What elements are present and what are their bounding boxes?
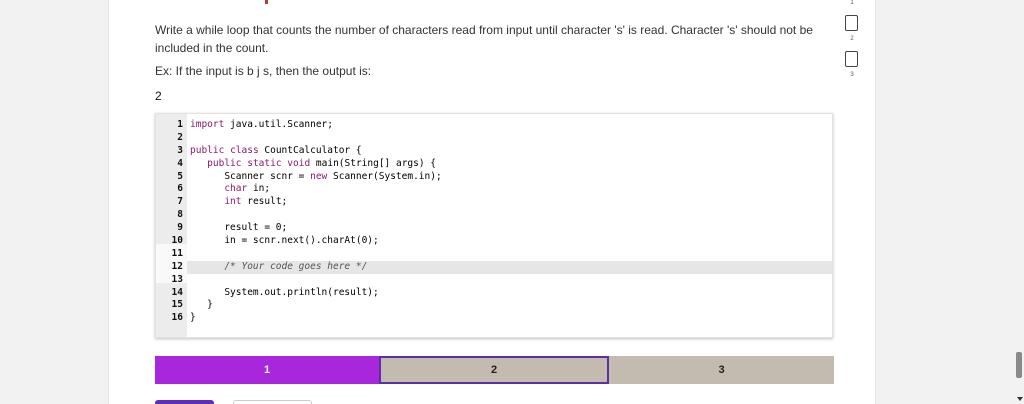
code-text: in = scnr.next().charAt(0); (190, 235, 379, 247)
line-number: 16 (171, 312, 183, 324)
progress-bar: 1 2 3 (155, 356, 834, 384)
line-number: 2 (177, 131, 183, 143)
scroll-down-arrow-icon[interactable] (1017, 397, 1023, 401)
progress-step-label: 2 (490, 364, 498, 376)
expected-output: 2 (155, 89, 162, 103)
code-line: 15 } (156, 299, 832, 312)
code-line: 9 result = 0; (156, 222, 832, 235)
progress-step-1[interactable]: 1 (155, 356, 379, 384)
line-number: 9 (177, 222, 183, 234)
progress-step-label: 1 (263, 364, 271, 376)
line-number: 11 (171, 247, 183, 259)
code-line: 5 Scanner scnr = new Scanner(System.in); (156, 171, 832, 184)
question-example: Ex: If the input is b j s, then the outp… (155, 64, 372, 78)
line-number: 14 (171, 286, 183, 298)
code-editor[interactable]: 1 import java.util.Scanner; 2 3 public class… (155, 113, 833, 338)
code-text: char in; (224, 183, 271, 195)
code-line: 8 (156, 209, 832, 222)
code-text: result = 0; (190, 222, 288, 234)
code-line: 13 (156, 274, 832, 287)
code-text: public static void main(String[] args) { (207, 157, 437, 169)
code-line: 16} (156, 312, 832, 325)
progress-step-label: 3 (718, 364, 725, 376)
code-text: } (190, 299, 213, 311)
scrollbar-thumb[interactable] (1016, 352, 1022, 378)
progress-step-2[interactable]: 2 (379, 356, 609, 384)
line-number: 10 (171, 235, 183, 247)
progress-step-3[interactable]: 3 (609, 356, 834, 384)
code-line: 12 /* Your code goes here */ (172, 260, 832, 274)
code-text: } (190, 312, 196, 324)
line-number: 12 (171, 260, 183, 272)
code-line: 2 (156, 132, 832, 145)
side-nav-number: 1 (850, 0, 854, 6)
code-line: 7 int result; (156, 196, 832, 209)
side-nav-number: 2 (850, 36, 854, 42)
line-number: 5 (177, 170, 183, 182)
side-nav-item-2[interactable] (845, 51, 858, 67)
next-button[interactable] (233, 400, 312, 404)
question-prompt: Write a while loop that counts the numbe… (155, 23, 813, 55)
code-line: 1 import java.util.Scanner; (156, 119, 832, 132)
line-number: 1 (177, 119, 183, 130)
code-line: 4 public static void main(String[] args)… (156, 158, 832, 171)
code-line: 3 public class CountCalculator { (156, 145, 832, 158)
code-lines: 1 import java.util.Scanner; 2 3 public class… (156, 119, 832, 325)
side-nav-item-1[interactable] (845, 15, 858, 31)
code-text: public class CountCalculator { (190, 144, 362, 156)
code-line: 10 in = scnr.next().charAt(0); (156, 235, 832, 248)
code-text: System.out.println(result); (190, 286, 379, 298)
code-line: 14 System.out.println(result); (156, 287, 832, 300)
check-button[interactable] (155, 400, 214, 404)
side-nav-number: 3 (850, 72, 854, 78)
code-text: Scanner scnr = new Scanner(System.in); (190, 170, 442, 182)
code-text: import java.util.Scanner; (190, 119, 333, 130)
line-number: 6 (177, 183, 183, 195)
code-text: /* Your code goes here */ (190, 260, 368, 272)
line-number: 13 (171, 273, 183, 285)
line-number: 3 (177, 144, 183, 156)
code-text: int result; (224, 196, 288, 208)
code-line: 6 char in; (156, 183, 832, 196)
line-number: 7 (177, 196, 183, 208)
line-number: 15 (171, 299, 183, 311)
line-number: 8 (177, 209, 183, 221)
line-number: 4 (177, 157, 183, 169)
code-line: 11 (156, 248, 832, 261)
top-edge-marker (265, 0, 268, 4)
